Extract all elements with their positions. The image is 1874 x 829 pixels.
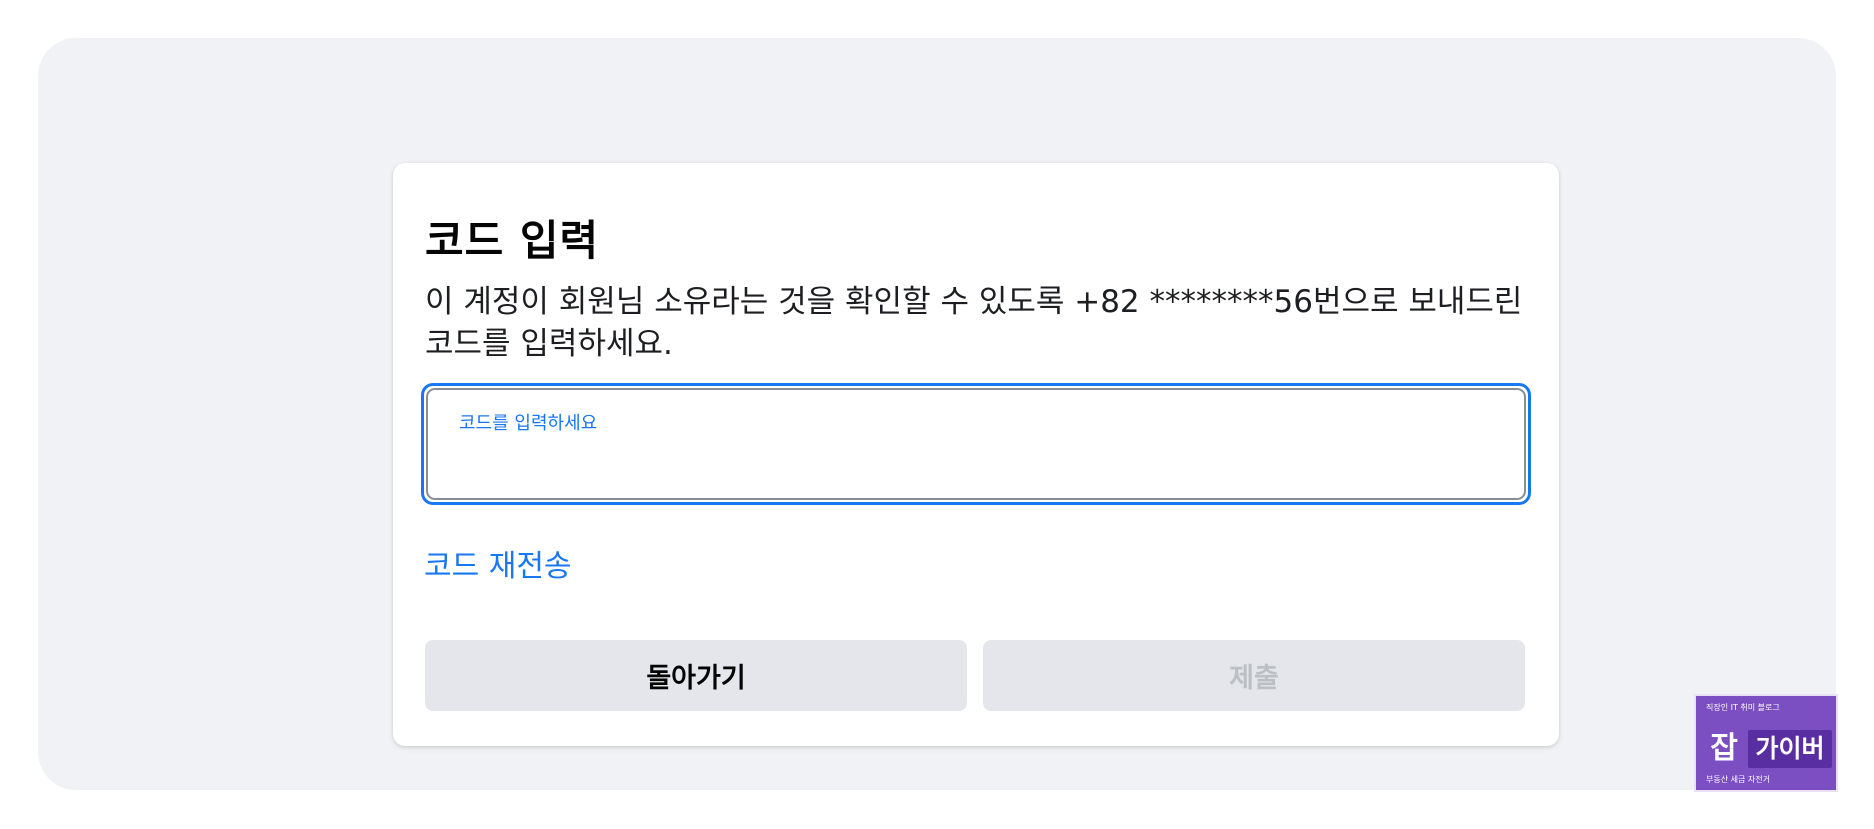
watermark-bottom-text: 부동산 세금 자전거 bbox=[1706, 775, 1770, 784]
resend-code-link[interactable]: 코드 재전송 bbox=[424, 541, 572, 585]
code-input-label: 코드를 입력하세요 bbox=[459, 413, 598, 434]
code-input-field[interactable]: 코드를 입력하세요 bbox=[421, 383, 1531, 505]
submit-button[interactable]: 제출 bbox=[983, 640, 1525, 711]
watermark-top-text: 직장인 IT 취미 블로그 bbox=[1706, 703, 1780, 712]
code-input[interactable] bbox=[459, 441, 1483, 483]
blog-watermark-logo: 직장인 IT 취미 블로그 잡 가이버 부동산 세금 자전거 bbox=[1694, 694, 1838, 792]
watermark-main-right: 가이버 bbox=[1748, 730, 1832, 768]
page-background: 코드 입력 이 계정이 회원님 소유라는 것을 확인할 수 있도록 +82 **… bbox=[38, 38, 1836, 790]
verification-dialog: 코드 입력 이 계정이 회원님 소유라는 것을 확인할 수 있도록 +82 **… bbox=[393, 163, 1559, 746]
dialog-title: 코드 입력 bbox=[425, 216, 600, 265]
back-button[interactable]: 돌아가기 bbox=[425, 640, 967, 711]
dialog-description: 이 계정이 회원님 소유라는 것을 확인할 수 있도록 +82 ********… bbox=[425, 284, 1523, 362]
watermark-main-left: 잡 bbox=[1710, 731, 1738, 766]
